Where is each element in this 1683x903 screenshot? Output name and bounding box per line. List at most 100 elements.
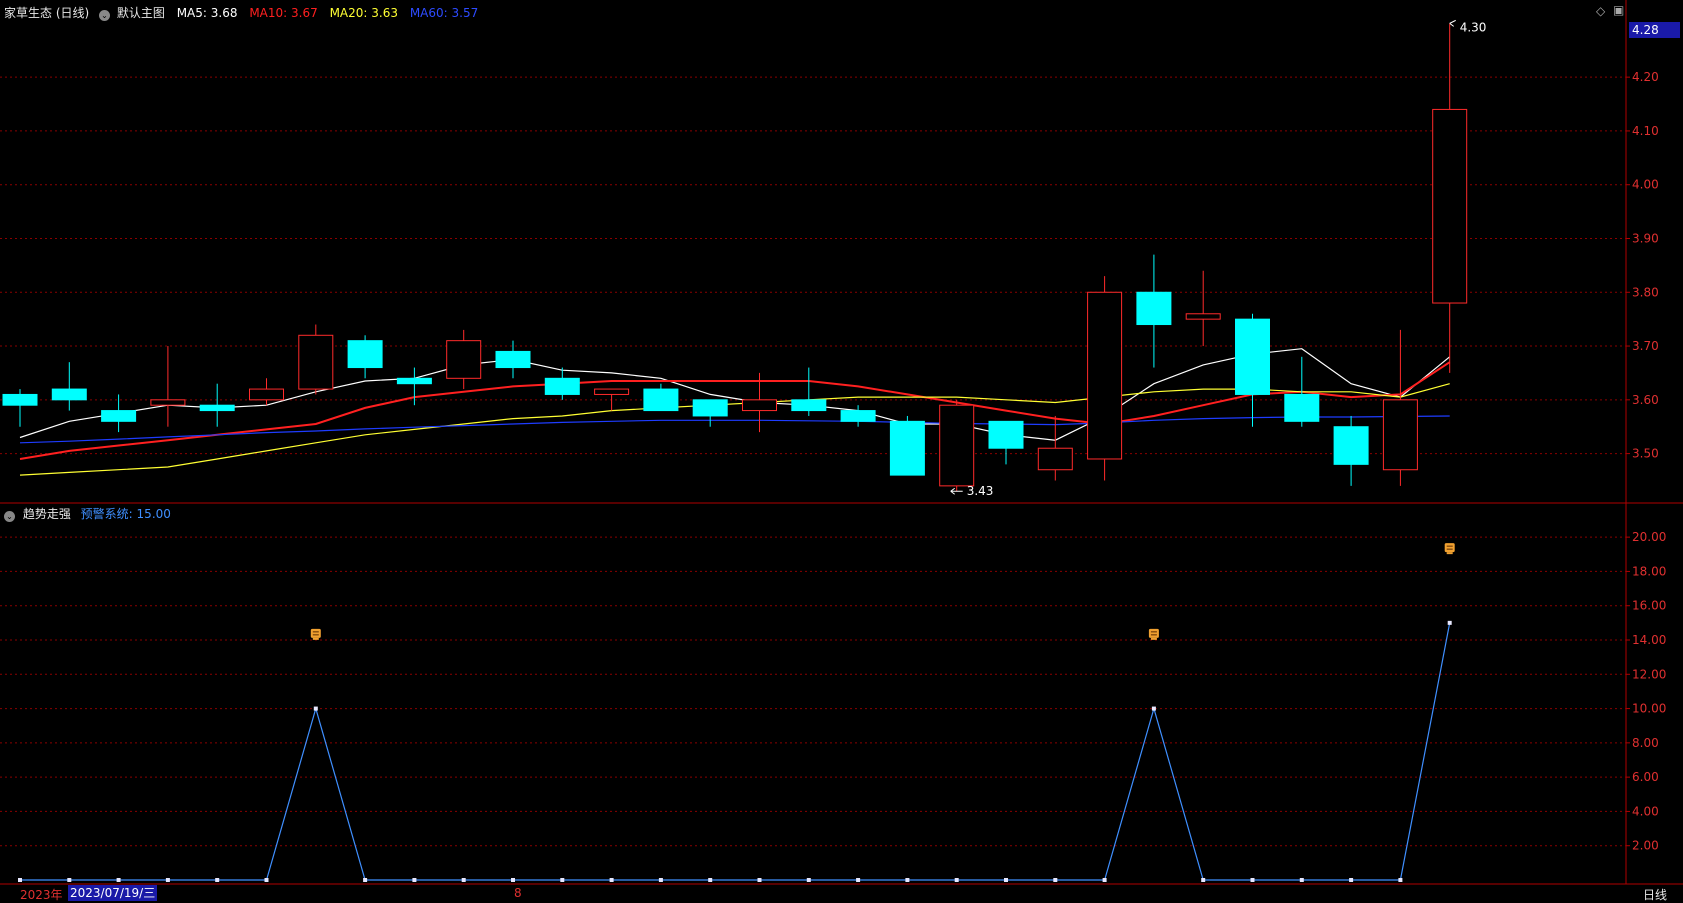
candle-body-down: [544, 377, 580, 395]
candlesticks[interactable]: [2, 23, 1468, 492]
candle[interactable]: [1333, 415, 1369, 486]
candle[interactable]: [249, 378, 284, 406]
candle[interactable]: [840, 405, 876, 427]
ma20-label: MA20:: [329, 6, 368, 20]
candle[interactable]: [643, 383, 679, 412]
chart-stage[interactable]: 3.50 3.60 3.70 3.80 3.90 4.00 4.10 4.20 2.00 4.0…: [0, 0, 1683, 902]
indicator-tick-label: 12.00: [1632, 667, 1666, 681]
candle-body-down: [840, 410, 876, 422]
candle[interactable]: [594, 388, 630, 411]
indicator-point: [1349, 878, 1354, 882]
indicator-pane-header: ⌄ 趋势走强 预警系统: 15.00: [4, 505, 171, 522]
signal-icon: [1148, 628, 1159, 640]
candle[interactable]: [939, 399, 975, 492]
indicator-point: [1299, 878, 1304, 882]
ma20-value: 3.63: [371, 6, 398, 20]
ma10-label: MA10:: [249, 6, 288, 20]
indicator-point: [1102, 878, 1107, 882]
candle-body-up: [1382, 399, 1418, 471]
candle[interactable]: [1235, 313, 1270, 427]
indicator-tick-label: 16.00: [1632, 599, 1666, 613]
indicator-point: [116, 878, 121, 882]
candle[interactable]: [791, 367, 827, 416]
candle[interactable]: [692, 399, 728, 427]
indicator-series-value: 15.00: [136, 507, 171, 521]
indicator-point: [165, 878, 170, 882]
price-tick-label: 3.70: [1632, 339, 1659, 353]
candle-body-down: [347, 340, 383, 369]
main-chart-name[interactable]: 默认主图: [117, 6, 165, 20]
indicator-point: [708, 878, 713, 882]
month-tick-label: 8: [514, 886, 522, 900]
candle-body-down: [692, 399, 728, 417]
candle-body-down: [396, 377, 432, 385]
chevron-down-icon[interactable]: ⌄: [4, 511, 15, 522]
candle[interactable]: [1185, 270, 1221, 347]
diamond-icon[interactable]: ◇: [1596, 4, 1605, 18]
ma60-value: 3.57: [451, 6, 479, 20]
ma10-value: 3.67: [291, 6, 318, 20]
candle[interactable]: [988, 420, 1024, 465]
candle[interactable]: [446, 329, 482, 390]
indicator-point: [1053, 878, 1058, 882]
last-price-tag: 4.28: [1629, 22, 1680, 38]
indicator-point: [461, 878, 466, 882]
stock-title[interactable]: 家草生态 (日线): [4, 6, 89, 20]
indicator-point: [363, 878, 368, 882]
candle[interactable]: [298, 324, 334, 395]
indicator-point: [658, 878, 663, 882]
candle-body-up: [1432, 108, 1468, 304]
ma5-label: MA5:: [176, 6, 207, 20]
year-label: 2023年: [20, 888, 63, 902]
chevron-down-icon[interactable]: ⌄: [99, 10, 111, 21]
candle[interactable]: [199, 383, 235, 427]
signal-icon-base: [1150, 637, 1157, 640]
ma60-label: MA60:: [409, 6, 448, 20]
candle-body-up: [1037, 447, 1073, 471]
indicator-tick-label: 4.00: [1632, 804, 1659, 818]
candle[interactable]: [150, 346, 186, 427]
price-tick-label: 4.10: [1632, 124, 1659, 138]
indicator-name[interactable]: 趋势走强: [23, 507, 71, 521]
candle-body-down: [51, 388, 87, 401]
candle[interactable]: [1087, 276, 1123, 481]
signal-icon-base: [1446, 552, 1453, 555]
indicator-point: [954, 878, 959, 882]
signal-icon-body: [1444, 543, 1455, 553]
candle[interactable]: [51, 362, 87, 411]
candle[interactable]: [1136, 254, 1172, 368]
window-toggle-icon[interactable]: ▣: [1613, 3, 1624, 17]
indicator-tick-label: 14.00: [1632, 633, 1666, 647]
indicator-grid: [0, 536, 1626, 847]
indicator-series: [18, 620, 1452, 882]
indicator-tick-label: 10.00: [1632, 702, 1666, 716]
price-tick-label: 3.50: [1632, 447, 1659, 461]
pane-borders: [0, 0, 1683, 885]
candle[interactable]: [1432, 23, 1468, 373]
candle[interactable]: [544, 367, 580, 400]
candle[interactable]: [889, 415, 925, 476]
candle-body-down: [495, 350, 531, 369]
indicator-line: [20, 622, 1451, 881]
candle-body-down: [101, 410, 137, 422]
indicator-point: [264, 878, 269, 882]
candle-body-down: [988, 420, 1024, 449]
candle[interactable]: [1382, 329, 1418, 486]
cursor-date-label: 2023/07/19/三: [68, 885, 158, 901]
indicator-point: [67, 878, 72, 882]
indicator-series-label: 预警系统:: [80, 507, 133, 521]
price-tick-label: 4.20: [1632, 70, 1659, 84]
signal-icon: [1444, 543, 1455, 555]
indicator-point: [806, 878, 811, 882]
candle[interactable]: [347, 335, 383, 379]
indicator-point: [18, 878, 22, 882]
candle[interactable]: [2, 389, 38, 427]
bottom-time-bar: 2023年 2023/07/19/三 8 日线: [0, 885, 1683, 902]
period-label[interactable]: 日线: [1643, 886, 1667, 903]
candle-body-down: [1235, 318, 1270, 395]
candle-body-down: [1284, 393, 1320, 422]
candle[interactable]: [1037, 415, 1073, 481]
candle-body-down: [1136, 291, 1172, 326]
ma5-value: 3.68: [210, 6, 238, 20]
price-tick-label: 3.90: [1632, 231, 1659, 245]
